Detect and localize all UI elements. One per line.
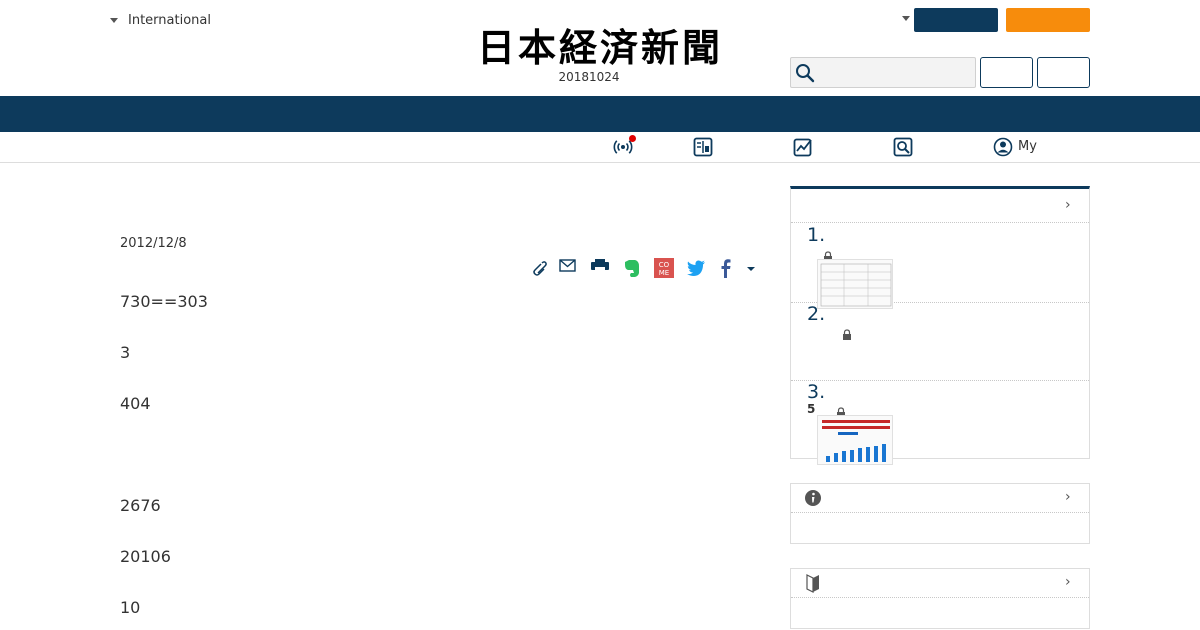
clip-icon[interactable] (528, 258, 548, 280)
article-paragraph: 2676 (120, 496, 161, 515)
chevron-right-icon[interactable]: › (1065, 197, 1071, 213)
header-button-2[interactable] (1037, 57, 1090, 88)
market-chart-icon[interactable] (793, 137, 813, 157)
chevron-right-icon[interactable]: › (1065, 489, 1071, 505)
article-paragraph: 10 (120, 598, 141, 617)
rank-number: 2. (807, 303, 826, 325)
article-paragraph: 404 (120, 394, 151, 413)
search-input[interactable] (821, 62, 971, 84)
article-paragraph: 20106 (120, 547, 171, 566)
article-paragraph: 730==303 (120, 292, 208, 311)
lock-icon (842, 325, 852, 344)
info-icon (804, 489, 822, 511)
edition-label: International (128, 12, 211, 28)
login-button[interactable] (914, 8, 998, 32)
article-thumbnail[interactable] (817, 259, 893, 309)
mail-icon[interactable] (558, 258, 578, 280)
edition-selector[interactable]: International (110, 10, 211, 30)
rank-number: 1. (807, 224, 826, 246)
evernote-icon[interactable] (622, 258, 642, 280)
article-thumbnail[interactable] (817, 415, 893, 465)
svg-text:ME: ME (659, 269, 669, 277)
svg-text:CO: CO (659, 261, 670, 269)
search-icon[interactable] (795, 63, 815, 83)
user-icon[interactable] (993, 137, 1013, 157)
ranking-item[interactable]: 2. (791, 303, 1089, 381)
ranking-item[interactable]: 3. 5 (791, 381, 1089, 465)
caret-down-icon (110, 17, 118, 23)
article-date: 2012/12/8 (120, 236, 187, 251)
ranking-header[interactable]: › (791, 189, 1089, 223)
live-indicator-icon (629, 135, 636, 142)
chevron-right-icon[interactable]: › (1065, 574, 1071, 590)
search-doc-icon[interactable] (893, 137, 913, 157)
print-icon[interactable] (590, 258, 610, 280)
site-logo[interactable]: 日本経済新聞 (452, 28, 748, 68)
search-box[interactable] (790, 57, 976, 88)
caret-down-icon[interactable] (902, 16, 910, 21)
article-paragraph: 3 (120, 343, 131, 362)
twitter-icon[interactable] (686, 258, 706, 280)
beginner-panel-header[interactable]: › (791, 569, 1089, 598)
facebook-icon[interactable] (716, 258, 736, 280)
main-navbar[interactable] (0, 96, 1200, 132)
ranking-item[interactable]: 1. (791, 223, 1089, 309)
info-panel-header[interactable]: › (791, 484, 1089, 513)
rank-number: 3. (807, 381, 826, 403)
comemo-icon[interactable]: CO ME (654, 258, 674, 280)
subscribe-button[interactable] (1006, 8, 1090, 32)
issue-date: 20181024 (558, 70, 620, 84)
my-page-label[interactable]: My (1018, 139, 1037, 154)
header-button-1[interactable] (980, 57, 1033, 88)
rank-subtext: 5 (807, 402, 816, 416)
more-icon[interactable] (744, 258, 764, 280)
beginner-mark-icon (805, 573, 821, 597)
newspaper-icon[interactable] (693, 137, 713, 157)
